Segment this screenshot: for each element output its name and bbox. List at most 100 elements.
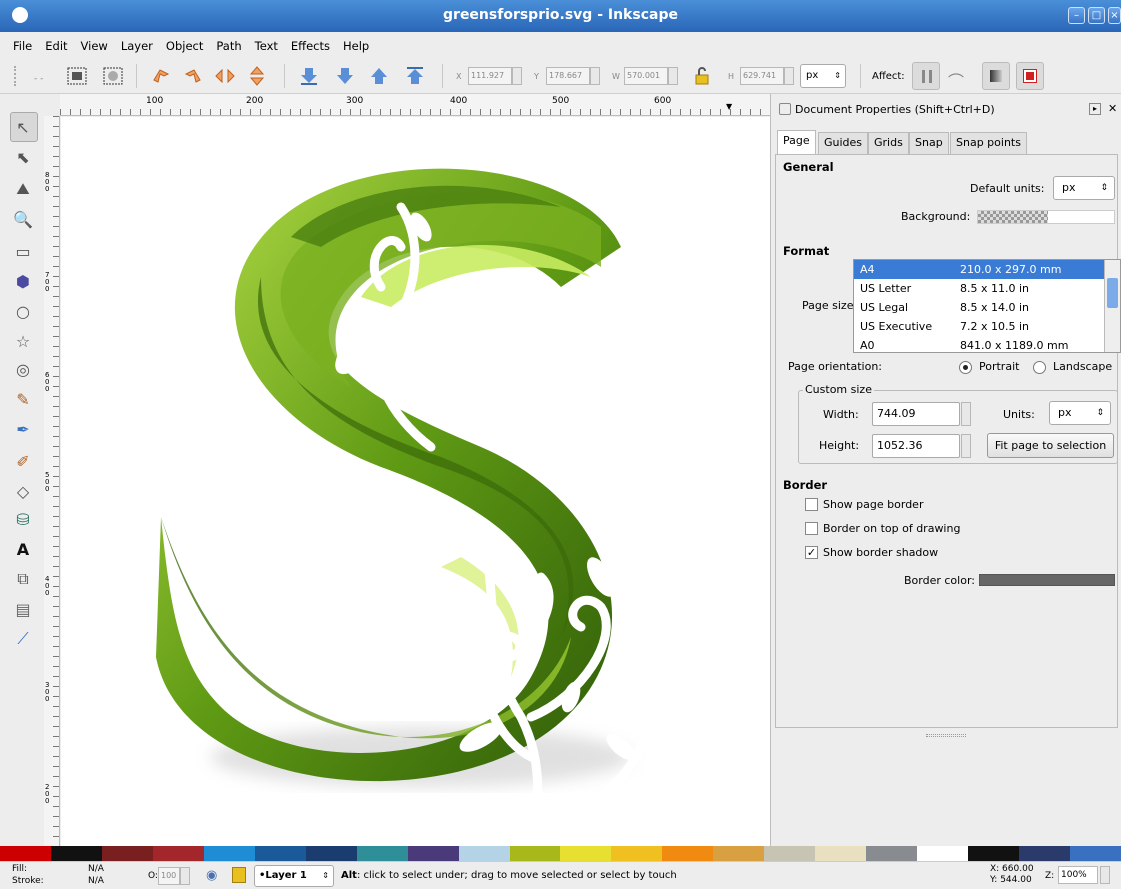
width-stepper[interactable] — [961, 402, 971, 426]
flip-vertical-icon[interactable] — [246, 66, 268, 86]
palette-swatch[interactable] — [101, 846, 153, 861]
border-color-swatch[interactable] — [979, 574, 1115, 586]
fill-value[interactable]: N/A — [88, 864, 104, 874]
palette-swatch[interactable] — [917, 846, 969, 861]
drawing-canvas[interactable] — [61, 117, 770, 846]
raise-icon[interactable] — [368, 66, 390, 86]
menu-object[interactable]: Object — [166, 39, 203, 53]
panel-resize-handle[interactable] — [926, 734, 966, 737]
menu-edit[interactable]: Edit — [45, 39, 67, 53]
zoom-stepper[interactable] — [1100, 866, 1110, 884]
panel-close-icon[interactable]: ✕ — [1108, 102, 1117, 115]
menu-help[interactable]: Help — [343, 39, 369, 53]
palette-swatch[interactable] — [611, 846, 663, 861]
paint-bucket-tool-icon[interactable]: ⛁ — [12, 508, 34, 530]
tab-snap[interactable]: Snap — [909, 132, 949, 154]
x-stepper[interactable] — [512, 67, 522, 85]
opacity-input[interactable]: 100 — [158, 867, 180, 885]
menu-layer[interactable]: Layer — [121, 39, 153, 53]
palette-swatch[interactable] — [152, 846, 204, 861]
list-scrollbar[interactable] — [1104, 260, 1120, 352]
page-size-list[interactable]: A4 210.0 x 297.0 mm US Letter 8.5 x 11.0 i… — [853, 259, 1121, 353]
minimize-button[interactable]: – — [1068, 7, 1085, 24]
units-select[interactable]: px ⇕ — [800, 64, 846, 88]
palette-swatch[interactable] — [764, 846, 816, 861]
y-stepper[interactable] — [590, 67, 600, 85]
palette-swatch[interactable] — [509, 846, 561, 861]
3d-box-tool-icon[interactable]: ⬢ — [12, 270, 34, 292]
eye-visibility-icon[interactable]: ◉ — [206, 868, 217, 883]
scrollbar-thumb[interactable] — [1107, 278, 1118, 308]
rounded-corners-icon[interactable]: ⌒ — [948, 68, 964, 92]
rotate-cw-icon[interactable] — [182, 66, 204, 86]
opacity-stepper[interactable] — [180, 867, 190, 885]
y-input[interactable]: 178.667 — [546, 67, 590, 85]
maximize-button[interactable]: □ — [1088, 7, 1105, 24]
rectangle-tool-icon[interactable]: ▭ — [12, 240, 34, 262]
show-page-border-label[interactable]: Show page border — [823, 498, 923, 511]
horizontal-ruler[interactable]: 100 200 300 400 500 600 ▼ — [60, 94, 770, 116]
tab-snap-points[interactable]: Snap points — [950, 132, 1027, 154]
border-on-top-label[interactable]: Border on top of drawing — [823, 522, 960, 535]
flip-horizontal-icon[interactable] — [214, 66, 236, 86]
node-tool-icon[interactable]: ⬉ — [12, 146, 34, 168]
stroke-value[interactable]: N/A — [88, 876, 104, 886]
affect-pattern-toggle[interactable] — [1016, 62, 1044, 90]
palette-swatch[interactable] — [356, 846, 408, 861]
background-color-swatch[interactable] — [977, 210, 1115, 224]
list-item[interactable]: US Letter 8.5 x 11.0 in — [854, 279, 1120, 298]
default-units-select[interactable]: px ⇕ — [1053, 176, 1115, 200]
palette-swatch[interactable] — [305, 846, 357, 861]
list-item[interactable]: A4 210.0 x 297.0 mm — [854, 260, 1120, 279]
palette-swatch[interactable] — [560, 846, 612, 861]
h-input[interactable]: 629.741 — [740, 67, 784, 85]
palette-swatch[interactable] — [1070, 846, 1121, 861]
palette-swatch[interactable] — [50, 846, 102, 861]
show-border-shadow-checkbox[interactable]: ✓ — [805, 546, 818, 559]
pencil-tool-icon[interactable]: ✎ — [12, 388, 34, 410]
palette-swatch[interactable] — [458, 846, 510, 861]
palette-swatch[interactable] — [407, 846, 459, 861]
units-select[interactable]: px ⇕ — [1049, 401, 1111, 425]
palette-swatch[interactable] — [203, 846, 255, 861]
menu-effects[interactable]: Effects — [291, 39, 330, 53]
landscape-radio[interactable] — [1033, 361, 1046, 374]
selector-tool-icon[interactable]: ↖ — [12, 116, 34, 138]
list-item[interactable]: A0 841.0 x 1189.0 mm — [854, 336, 1120, 352]
pen-tool-icon[interactable]: ✒ — [12, 418, 34, 440]
text-tool-icon[interactable]: A — [12, 538, 34, 560]
fit-page-to-selection-button[interactable]: Fit page to selection — [987, 433, 1114, 458]
show-border-shadow-label[interactable]: Show border shadow — [823, 546, 938, 559]
height-input[interactable]: 1052.36 — [872, 434, 960, 458]
lower-icon[interactable] — [334, 66, 356, 86]
tab-grids[interactable]: Grids — [868, 132, 909, 154]
layer-lock-icon[interactable] — [232, 867, 246, 883]
tab-page[interactable]: Page — [777, 130, 816, 154]
landscape-label[interactable]: Landscape — [1053, 360, 1112, 373]
zoom-input[interactable]: 100% — [1058, 866, 1098, 884]
gradient-tool-icon[interactable]: ▤ — [12, 598, 34, 620]
raise-to-top-icon[interactable] — [404, 66, 426, 86]
vertical-ruler[interactable]: 800 700 600 500 400 300 200 — [44, 116, 60, 846]
close-button[interactable]: × — [1108, 7, 1121, 24]
panel-menu-icon[interactable]: ▸ — [1089, 103, 1101, 115]
star-tool-icon[interactable]: ☆ — [12, 330, 34, 352]
border-on-top-checkbox[interactable] — [805, 522, 818, 535]
palette-swatch[interactable] — [0, 846, 51, 861]
affect-gradient-toggle[interactable] — [982, 62, 1010, 90]
calligraphy-tool-icon[interactable]: ✐ — [12, 450, 34, 472]
tab-guides[interactable]: Guides — [818, 132, 869, 154]
menu-text[interactable]: Text — [255, 39, 278, 53]
spiral-tool-icon[interactable]: ◎ — [12, 358, 34, 380]
select-all-icon[interactable] — [66, 66, 88, 86]
list-item[interactable]: US Legal 8.5 x 14.0 in — [854, 298, 1120, 317]
width-input[interactable]: 744.09 — [872, 402, 960, 426]
select-all-layers-icon[interactable] — [102, 66, 124, 86]
toolbar-grip[interactable] — [14, 66, 18, 86]
palette-swatch[interactable] — [866, 846, 918, 861]
portrait-radio[interactable] — [959, 361, 972, 374]
lower-to-bottom-icon[interactable] — [298, 66, 320, 86]
palette-swatch[interactable] — [254, 846, 306, 861]
ellipse-tool-icon[interactable]: ○ — [12, 300, 34, 322]
lock-icon[interactable] — [692, 66, 712, 86]
